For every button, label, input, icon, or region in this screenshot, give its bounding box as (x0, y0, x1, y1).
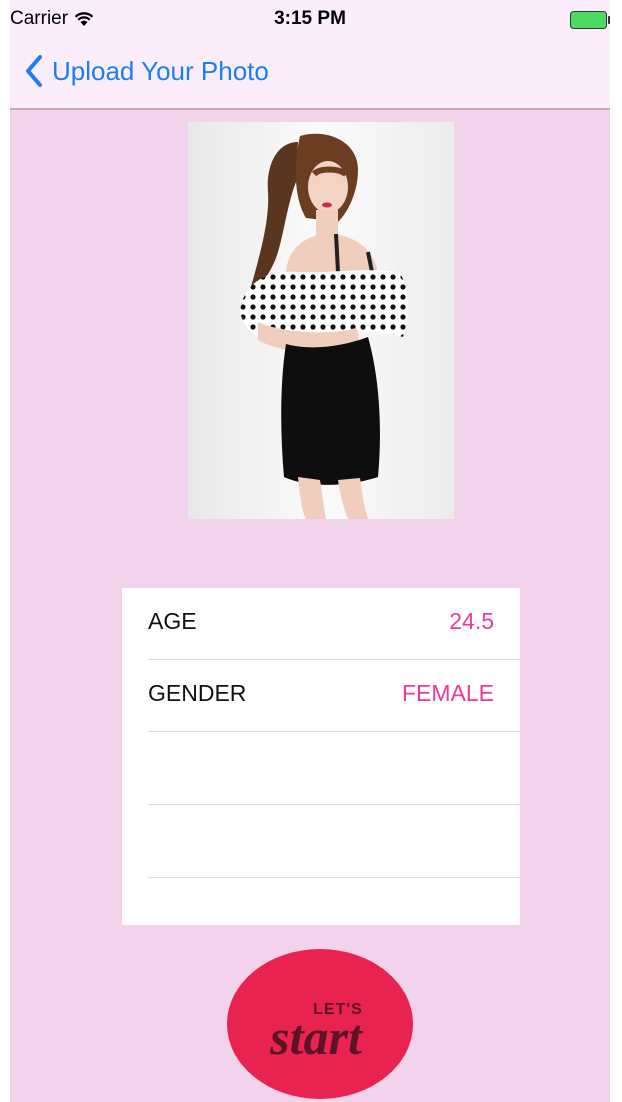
age-value: 24.5 (449, 608, 494, 634)
battery-icon (570, 11, 610, 29)
navigation-bar: Upload Your Photo (10, 40, 610, 110)
gender-label: GENDER (148, 680, 247, 706)
lets-start-button[interactable]: LET'S start (226, 948, 414, 1100)
start-button-large-label: start (269, 1009, 364, 1065)
back-button-label: Upload Your Photo (52, 55, 269, 86)
table-row-gender: GENDER FEMALE (148, 660, 520, 732)
gender-value: FEMALE (401, 680, 494, 706)
chevron-left-icon (26, 55, 42, 87)
prediction-table: AGE 24.5 GENDER FEMALE (122, 588, 520, 925)
status-bar: Carrier 3:15 PM (10, 0, 610, 40)
table-row (148, 806, 520, 878)
table-row (148, 733, 520, 805)
portrait-image (188, 122, 454, 519)
table-row-age: AGE 24.5 (148, 588, 520, 660)
uploaded-photo (188, 122, 454, 519)
back-button[interactable]: Upload Your Photo (24, 54, 269, 88)
status-time: 3:15 PM (274, 8, 346, 29)
start-button-graphic: LET'S start (227, 949, 413, 1099)
app-screen: Carrier 3:15 PM Upload Your Photo AGE 24… (10, 0, 610, 1102)
age-label: AGE (148, 608, 197, 634)
